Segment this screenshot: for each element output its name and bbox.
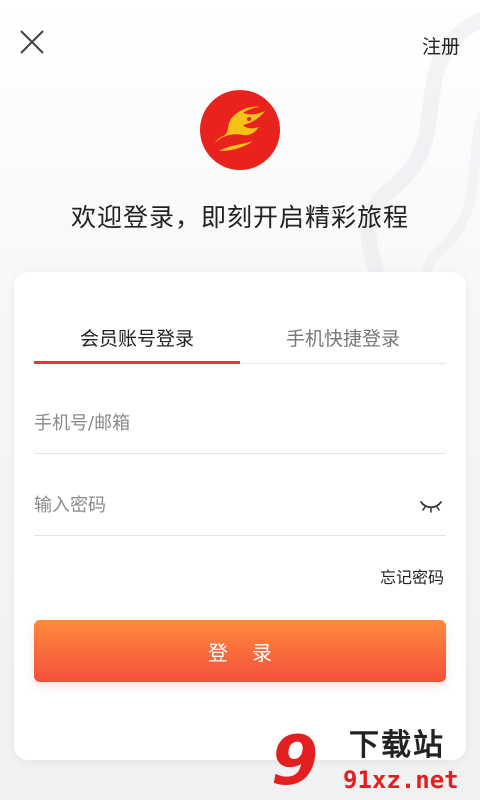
login-screen: 注册 欢迎登录，即刻开启精彩旅程 会员账号登录 手机快捷登录 手机号/邮箱 忘记… [0, 0, 480, 800]
password-input[interactable] [34, 495, 416, 516]
tab-member-account[interactable]: 会员账号登录 [34, 312, 240, 364]
forgot-password-link[interactable]: 忘记密码 [380, 564, 444, 588]
close-icon [20, 30, 44, 54]
login-button[interactable]: 登录 [34, 620, 446, 682]
tab-phone-quick-login[interactable]: 手机快捷登录 [240, 312, 446, 363]
eye-closed-icon [420, 500, 442, 513]
password-field [34, 476, 446, 536]
password-visibility-toggle[interactable] [416, 494, 446, 518]
welcome-message: 欢迎登录，即刻开启精彩旅程 [70, 203, 409, 232]
login-tabs: 会员账号登录 手机快捷登录 [34, 312, 446, 364]
watermark-mark: 9 [271, 722, 319, 800]
close-button[interactable] [16, 26, 48, 58]
watermark-bottom-text: 91xz.net [343, 766, 459, 794]
phone-email-input[interactable] [34, 413, 446, 434]
phone-email-field [34, 394, 446, 454]
register-link[interactable]: 注册 [422, 32, 460, 59]
site-watermark: 9 下载站 91xz.net [271, 728, 476, 798]
brand-logo [200, 90, 280, 170]
watermark-top-text: 下载站 [349, 728, 445, 763]
login-card: 会员账号登录 手机快捷登录 忘记密码 登录 [14, 272, 466, 760]
dragon-logo-icon [215, 106, 265, 151]
